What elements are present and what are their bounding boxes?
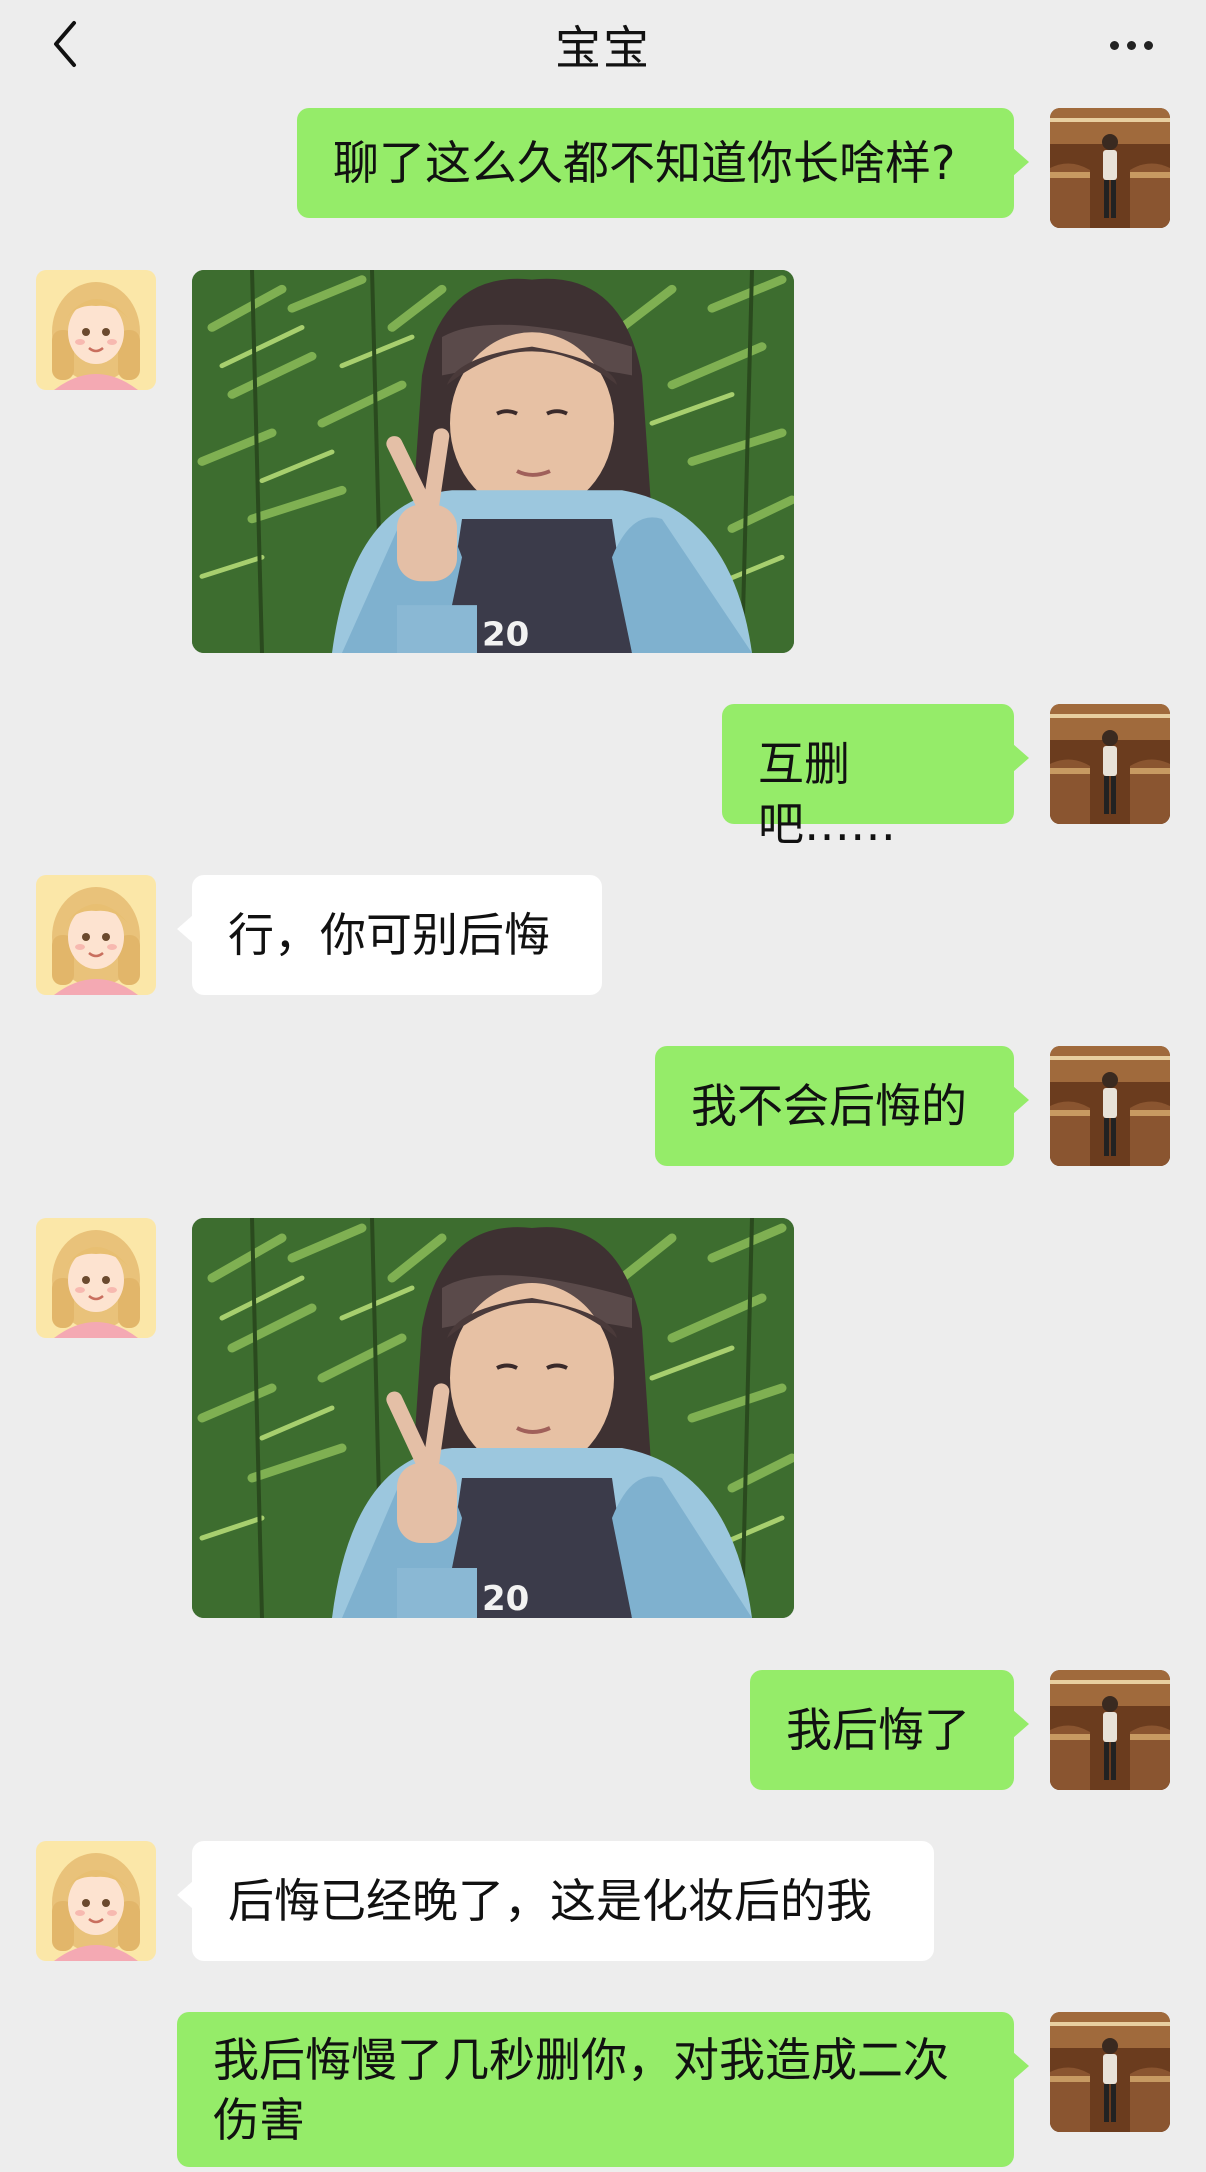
image-message[interactable] — [192, 270, 794, 653]
message-text: 互删吧…… — [758, 737, 896, 851]
chat-header: 宝宝 — [0, 0, 1206, 92]
contact-avatar[interactable] — [36, 875, 156, 995]
back-button[interactable] — [40, 14, 90, 74]
message-text: 我后悔了 — [786, 1703, 970, 1757]
my-avatar[interactable] — [1050, 108, 1170, 228]
chevron-left-icon — [54, 21, 76, 67]
message-bubble-outgoing[interactable]: 聊了这么久都不知道你长啥样? — [297, 108, 1029, 218]
contact-avatar[interactable] — [36, 1841, 156, 1961]
message-text: 我后悔慢了几秒删你，对我造成二次伤害 — [213, 2033, 949, 2147]
my-avatar[interactable] — [1050, 2012, 1170, 2132]
message-bubble-incoming[interactable]: 后悔已经晚了，这是化妆后的我 — [177, 1841, 934, 1961]
message-bubble-outgoing[interactable]: 我后悔了 — [750, 1670, 1029, 1790]
message-bubble-incoming[interactable]: 行，你可别后悔 — [177, 875, 602, 995]
message-bubble-outgoing[interactable]: 我不会后悔的 — [655, 1046, 1029, 1166]
message-bubble-outgoing[interactable]: 互删吧…… — [722, 704, 1029, 851]
my-avatar[interactable] — [1050, 704, 1170, 824]
my-avatar[interactable] — [1050, 1670, 1170, 1790]
more-dots-icon — [1109, 40, 1119, 50]
message-text: 后悔已经晚了，这是化妆后的我 — [228, 1874, 872, 1928]
contact-avatar[interactable] — [36, 270, 156, 390]
my-avatar[interactable] — [1050, 1046, 1170, 1166]
chat-title: 宝宝 — [555, 21, 651, 75]
message-text: 聊了这么久都不知道你长啥样? — [333, 136, 956, 190]
image-message[interactable] — [192, 1218, 794, 1618]
contact-avatar[interactable] — [36, 1218, 156, 1338]
message-bubble-outgoing[interactable]: 我后悔慢了几秒删你，对我造成二次伤害 — [177, 2012, 1029, 2167]
message-text: 我不会后悔的 — [691, 1079, 967, 1133]
message-text: 行，你可别后悔 — [228, 908, 550, 962]
more-button[interactable] — [1096, 22, 1166, 68]
